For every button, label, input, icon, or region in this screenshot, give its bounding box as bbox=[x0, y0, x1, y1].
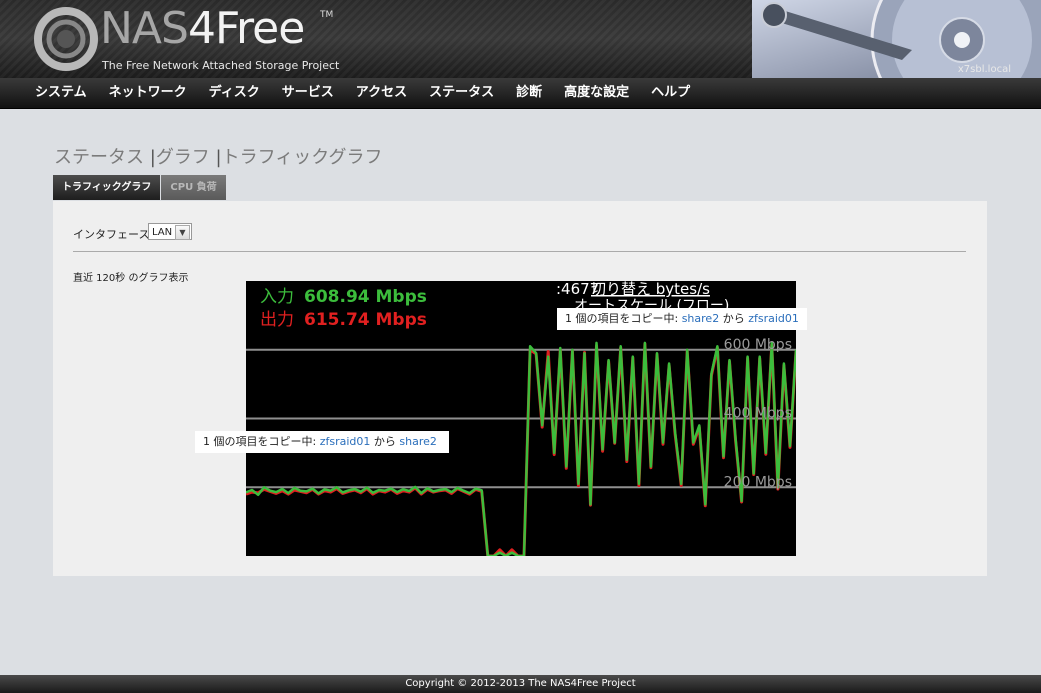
interface-label: インタフェース: bbox=[73, 228, 154, 241]
main-nav: システム ネットワーク ディスク サービス アクセス ステータス 診断 高度な設… bbox=[0, 78, 1041, 109]
nav-item-access[interactable]: アクセス bbox=[345, 78, 418, 108]
in-label: 入力 bbox=[260, 287, 294, 307]
logo-nas: NAS bbox=[100, 3, 189, 54]
graph-caption: 直近 120秒 のグラフ表示 bbox=[73, 273, 189, 284]
nav-item-disks[interactable]: ディスク bbox=[198, 78, 271, 108]
gridline-label: 400 Mbps bbox=[724, 406, 792, 422]
notification-source-link[interactable]: share2 bbox=[682, 312, 720, 325]
out-label: 出力 bbox=[260, 310, 294, 330]
nav-item-network[interactable]: ネットワーク bbox=[98, 78, 198, 108]
notification-source-link[interactable]: zfsraid01 bbox=[320, 435, 371, 448]
breadcrumb-graph: グラフ bbox=[155, 147, 210, 168]
nav-item-status[interactable]: ステータス bbox=[418, 78, 505, 108]
tab-cpu-load[interactable]: CPU 負荷 bbox=[161, 175, 226, 200]
header-banner: NAS4Free TM The Free Network Attached St… bbox=[0, 0, 1041, 78]
logo-free: Free bbox=[214, 3, 305, 54]
copy-notification: 1 個の項目をコピー中: zfsraid01 から share2 bbox=[195, 431, 449, 453]
interface-select-value: LAN bbox=[152, 227, 173, 238]
gridline-label: 600 Mbps bbox=[724, 337, 792, 353]
in-value: 608.94 Mbps bbox=[304, 287, 427, 307]
breadcrumb-status: ステータス bbox=[54, 147, 144, 168]
nav-item-services[interactable]: サービス bbox=[271, 78, 345, 108]
tab-bar: トラフィックグラフ CPU 負荷 bbox=[53, 175, 226, 201]
nas4free-logo-icon bbox=[34, 7, 98, 71]
gridline-label: 200 Mbps bbox=[724, 474, 792, 490]
notification-prefix: 1 個の項目をコピー中: bbox=[203, 435, 317, 448]
footer: Copyright © 2012-2013 The NAS4Free Proje… bbox=[0, 675, 1041, 693]
toggle-bytes-link[interactable]: 切り替え bytes/s bbox=[591, 281, 710, 298]
out-value: 615.74 Mbps bbox=[304, 310, 427, 330]
nav-item-diagnostics[interactable]: 診断 bbox=[505, 78, 553, 108]
notification-joiner: から bbox=[373, 435, 396, 448]
nav-item-advanced[interactable]: 高度な設定 bbox=[553, 78, 640, 108]
copy-notification: 1 個の項目をコピー中: share2 から zfsraid01 bbox=[557, 308, 807, 330]
logo-tagline: The Free Network Attached Storage Projec… bbox=[102, 59, 340, 72]
nav-item-system[interactable]: システム bbox=[24, 78, 98, 108]
notification-dest-link[interactable]: zfsraid01 bbox=[748, 312, 799, 325]
tab-traffic-graph[interactable]: トラフィックグラフ bbox=[53, 175, 161, 200]
nav-item-help[interactable]: ヘルプ bbox=[640, 78, 701, 108]
page-title: ステータス |グラフ |トラフィックグラフ bbox=[54, 143, 383, 169]
divider bbox=[73, 251, 966, 252]
notification-dest-link[interactable]: share2 bbox=[399, 435, 437, 448]
notification-prefix: 1 個の項目をコピー中: bbox=[565, 312, 679, 325]
logo-four: 4 bbox=[187, 3, 216, 54]
footer-copyright: Copyright © 2012-2013 The NAS4Free Proje… bbox=[405, 678, 636, 689]
notification-joiner: から bbox=[722, 312, 745, 325]
logo-wordmark: NAS4Free bbox=[100, 3, 305, 54]
breadcrumb-traffic-graph: トラフィックグラフ bbox=[221, 147, 383, 168]
chevron-down-icon[interactable]: ▼ bbox=[175, 225, 190, 240]
hostname-label: x7sbl.local bbox=[957, 64, 1011, 75]
logo-trademark: TM bbox=[320, 10, 334, 20]
interface-select[interactable]: LAN ▼ bbox=[148, 223, 192, 240]
